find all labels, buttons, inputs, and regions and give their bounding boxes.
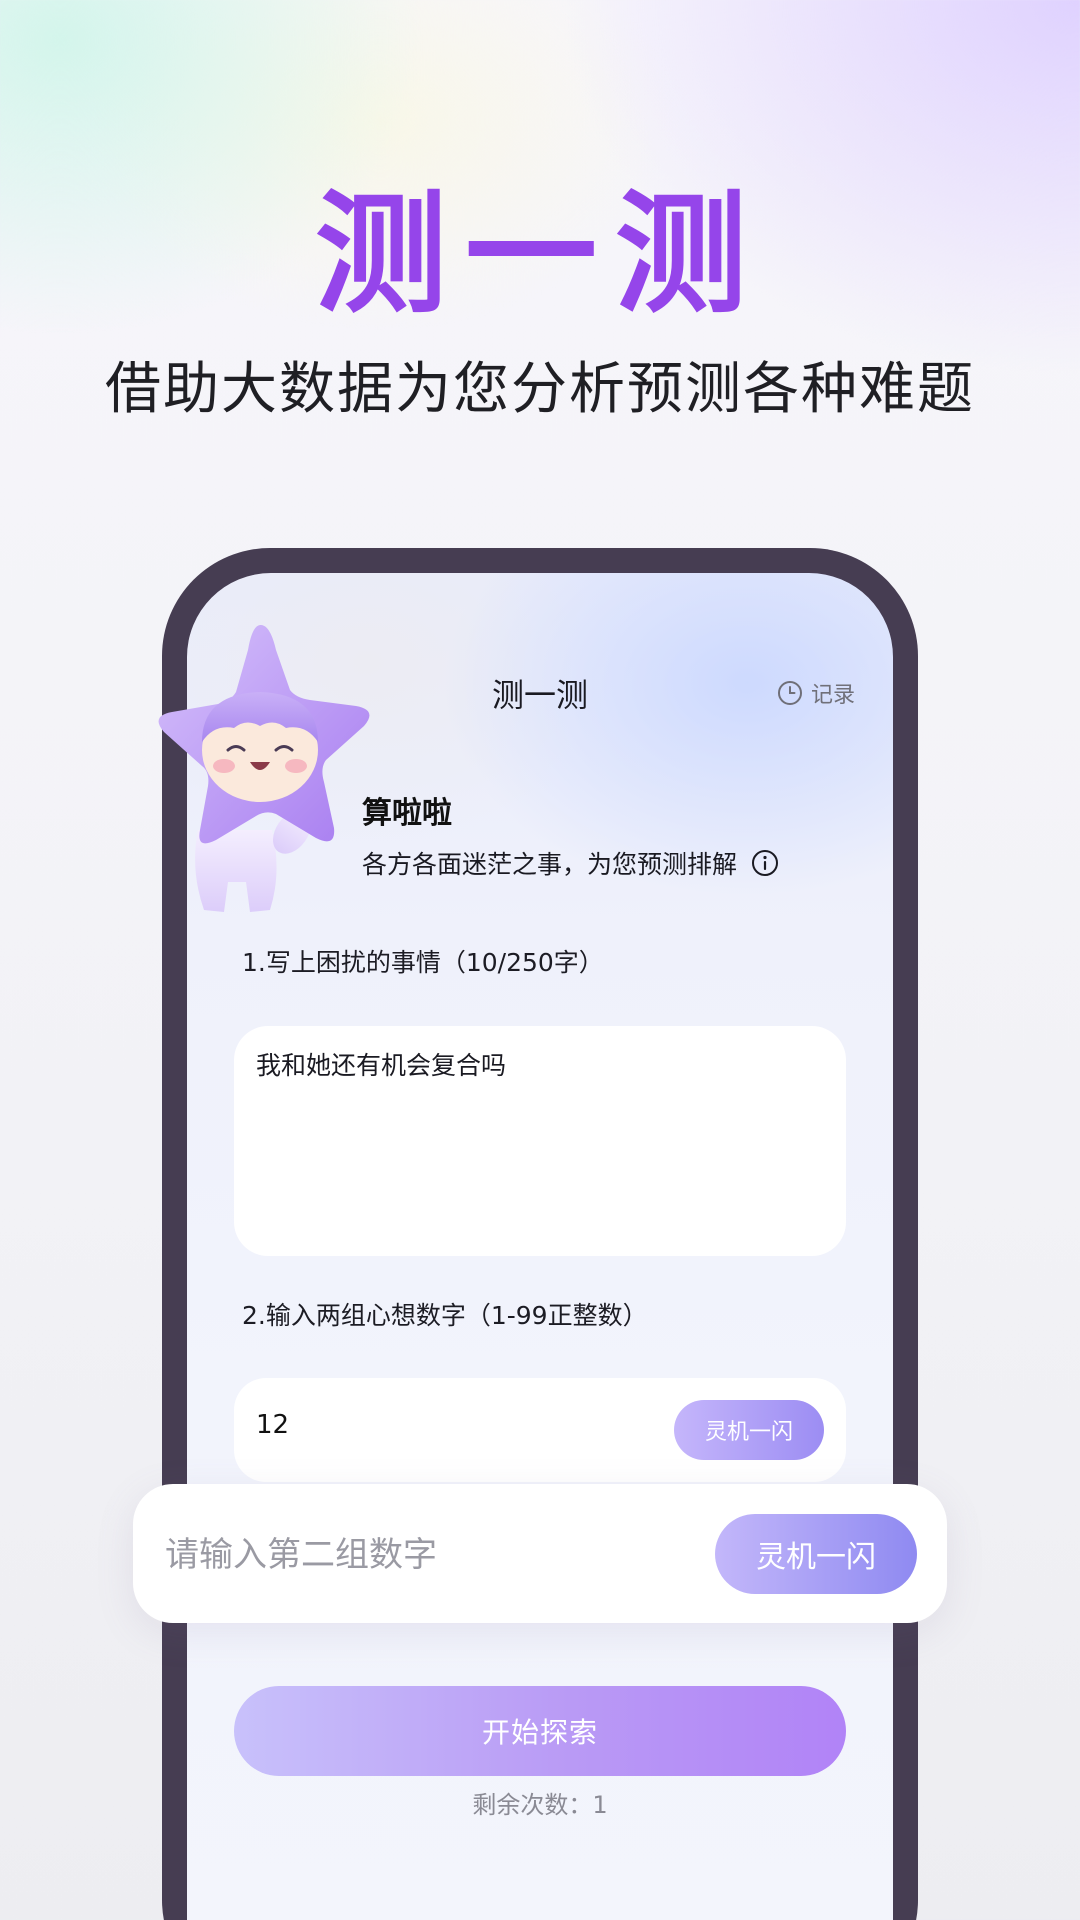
start-explore-button[interactable]: 开始探索 — [234, 1686, 846, 1776]
app-description-text: 各方各面迷茫之事，为您预测排解 — [362, 850, 738, 879]
clock-icon — [777, 680, 803, 706]
trouble-field-label: 1.写上困扰的事情（10/250字） — [242, 948, 604, 977]
numbers-field-label: 2.输入两组心想数字（1-99正整数） — [242, 1301, 648, 1330]
second-number-card: 灵机一闪 — [133, 1484, 947, 1623]
first-number-field[interactable]: 12 灵机一闪 — [234, 1378, 846, 1482]
trouble-textarea[interactable]: 我和她还有机会复合吗 — [234, 1026, 846, 1256]
remaining-count: 剩余次数：1 — [472, 1791, 608, 1819]
first-number-value: 12 — [256, 1410, 290, 1440]
star-mascot — [120, 620, 400, 920]
app-description: 各方各面迷茫之事，为您预测排解 — [362, 845, 779, 881]
record-link[interactable]: 记录 — [777, 677, 855, 709]
hero-subtitle: 借助大数据为您分析预测各种难题 — [105, 357, 975, 422]
inspire-button-first[interactable]: 灵机一闪 — [674, 1400, 824, 1460]
second-number-input[interactable] — [165, 1530, 645, 1580]
record-label: 记录 — [810, 683, 855, 708]
hero-title: 测一测 — [315, 178, 765, 332]
info-icon[interactable] — [751, 849, 779, 877]
inspire-button-second[interactable]: 灵机一闪 — [715, 1514, 917, 1594]
